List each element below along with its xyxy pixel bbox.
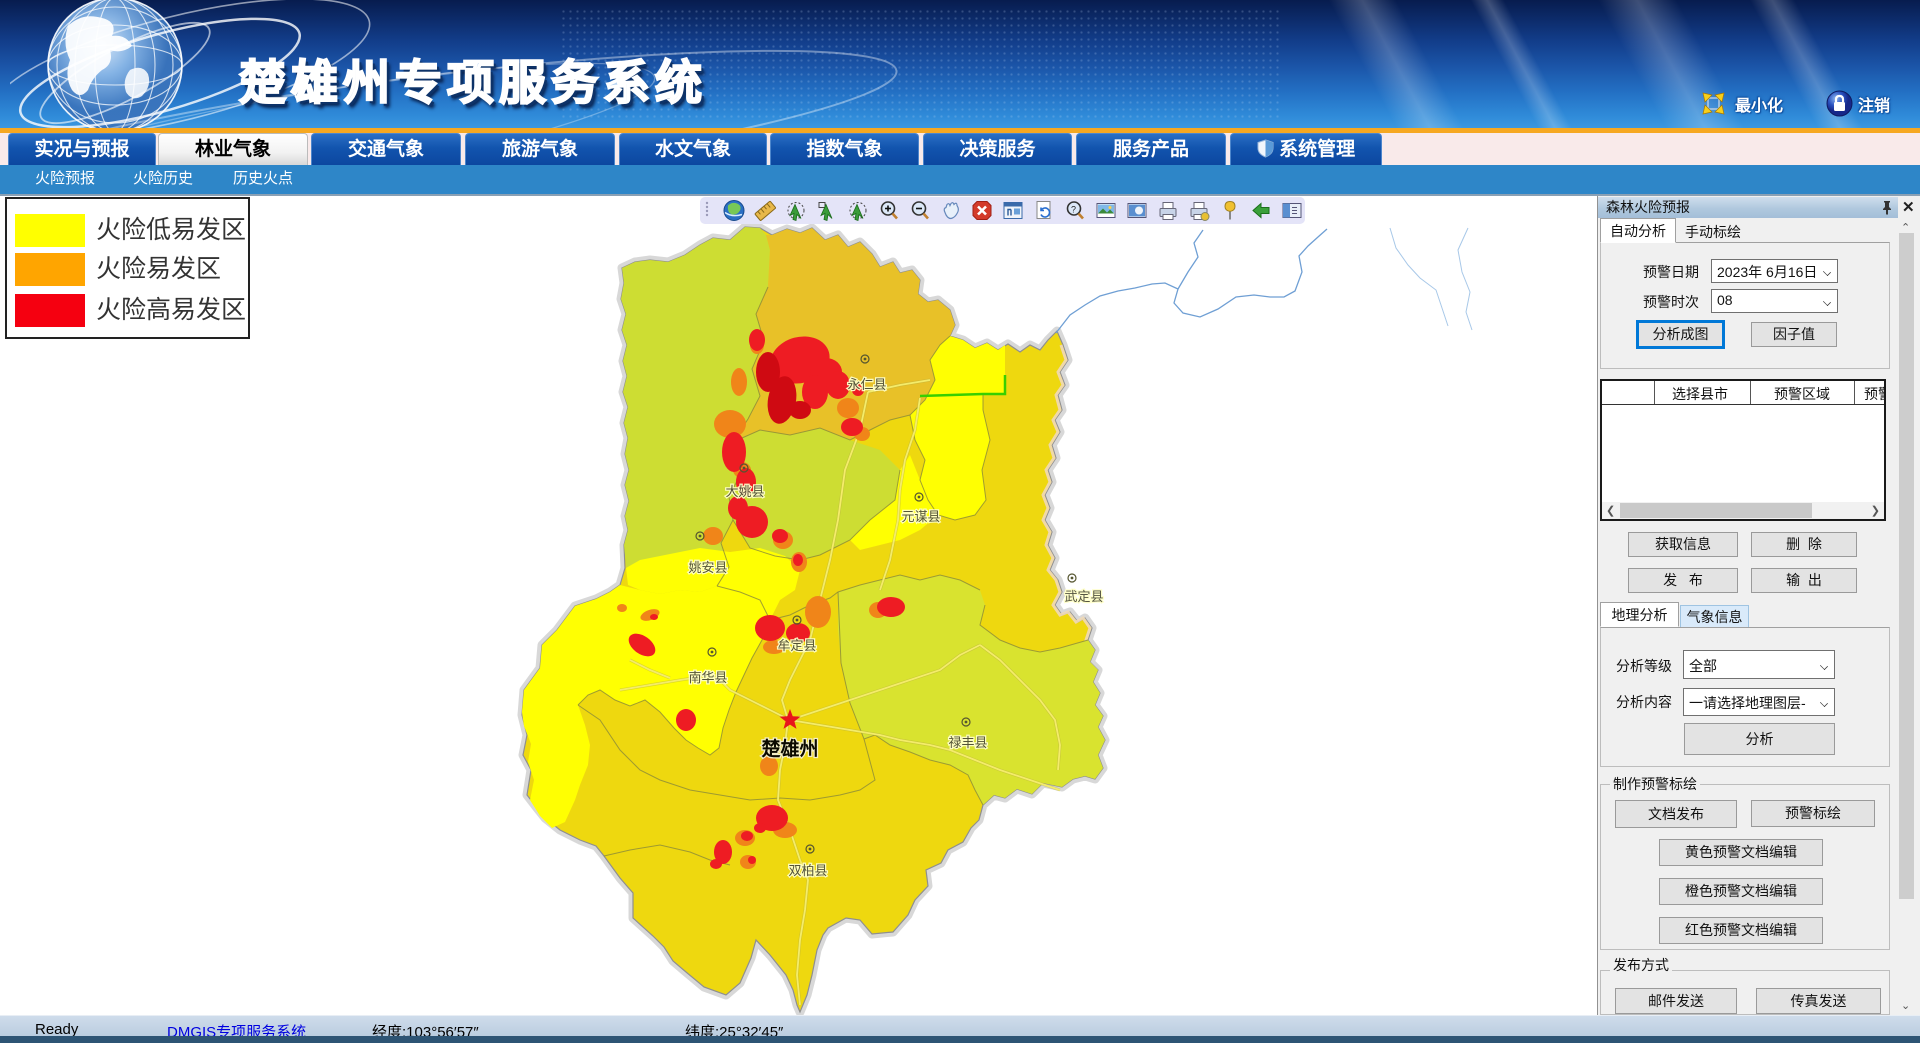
svg-text:武定县: 武定县 xyxy=(1064,589,1103,604)
svg-text:禄丰县: 禄丰县 xyxy=(948,735,987,750)
svg-text:永仁县: 永仁县 xyxy=(847,377,886,392)
svg-text:元谋县: 元谋县 xyxy=(901,509,940,524)
svg-text:双柏县: 双柏县 xyxy=(788,863,827,878)
svg-text:大姚县: 大姚县 xyxy=(725,484,764,499)
svg-text:南华县: 南华县 xyxy=(688,670,727,685)
svg-text:姚安县: 姚安县 xyxy=(688,560,727,575)
svg-text:牟定县: 牟定县 xyxy=(777,638,816,653)
svg-text:楚雄州: 楚雄州 xyxy=(761,737,818,760)
svg-text:?: ? xyxy=(1071,205,1076,215)
